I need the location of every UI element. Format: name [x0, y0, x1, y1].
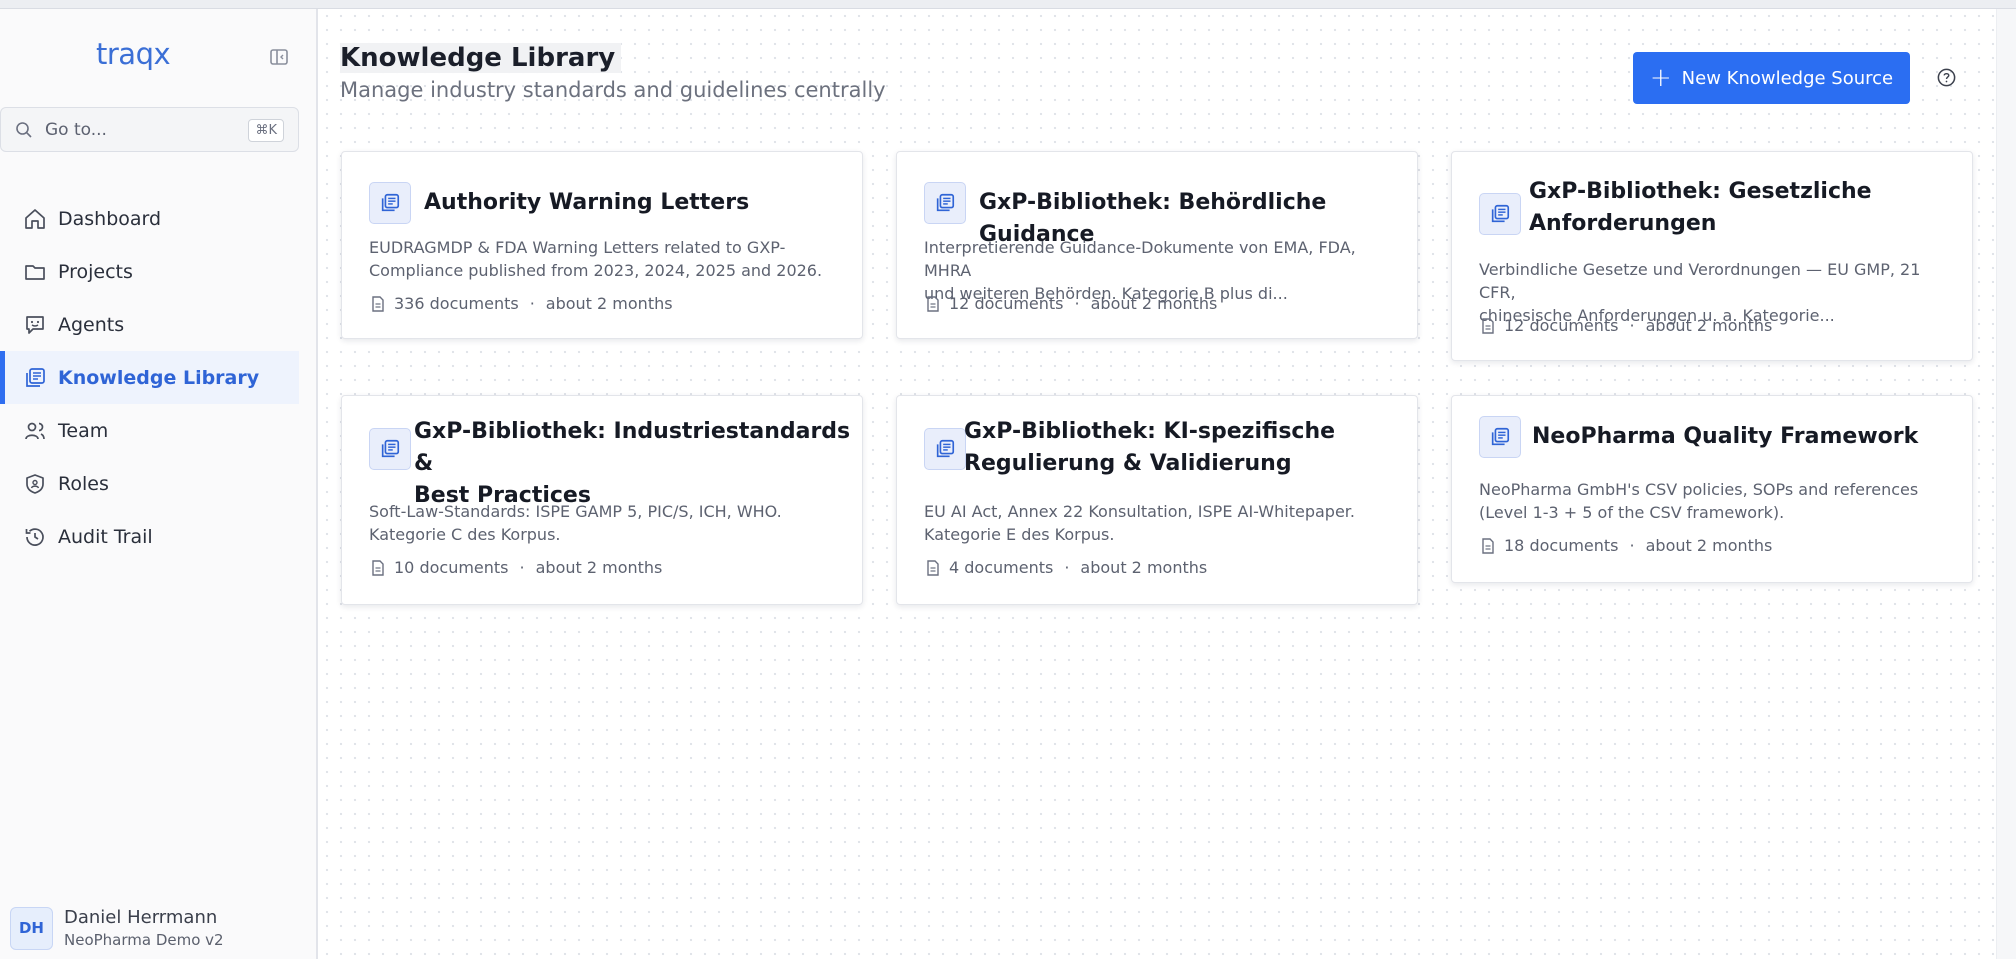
- sidebar: traqx Go to... ⌘K Dashboard Projects Age…: [0, 9, 318, 959]
- library-icon: [369, 182, 411, 224]
- sidebar-item-label: Team: [58, 419, 109, 442]
- knowledge-source-card[interactable]: Authority Warning Letters EUDRAGMDP & FD…: [341, 151, 863, 339]
- card-age: about 2 months: [1645, 316, 1773, 335]
- sidebar-item-team[interactable]: Team: [0, 404, 299, 457]
- search-placeholder: Go to...: [45, 119, 107, 140]
- document-icon: [927, 559, 939, 576]
- top-bar: [0, 0, 2016, 9]
- card-title: GxP-Bibliothek: Gesetzliche Anforderungen: [1529, 179, 1872, 236]
- avatar: DH: [10, 906, 53, 950]
- card-age: about 2 months: [535, 558, 663, 577]
- card-description: EUDRAGMDP & FDA Warning Letters related …: [369, 238, 823, 280]
- knowledge-source-card[interactable]: NeoPharma Quality Framework NeoPharma Gm…: [1451, 395, 1973, 583]
- sidebar-item-roles[interactable]: Roles: [0, 457, 299, 510]
- document-icon: [372, 295, 384, 312]
- card-age: about 2 months: [1090, 294, 1218, 313]
- search-input[interactable]: Go to... ⌘K: [0, 107, 299, 152]
- sidebar-item-label: Dashboard: [58, 207, 162, 230]
- knowledge-source-card[interactable]: GxP-Bibliothek: Gesetzliche Anforderungen…: [1451, 151, 1973, 361]
- library-icon: [1479, 416, 1521, 458]
- page-title: Knowledge Library: [340, 43, 622, 73]
- search-icon: [16, 121, 32, 138]
- card-title: GxP-Bibliothek: Industriestandards & Best…: [414, 419, 851, 508]
- document-icon: [372, 559, 384, 576]
- document-count: 18 documents: [1504, 536, 1619, 555]
- page-subtitle: Manage industry standards and guidelines…: [340, 78, 886, 102]
- plus-icon: +: [1649, 63, 1672, 93]
- history-icon: [22, 524, 48, 550]
- card-meta: 4 documents · about 2 months: [924, 558, 1207, 577]
- card-meta: 336 documents · about 2 months: [369, 294, 673, 313]
- document-count: 4 documents: [949, 558, 1054, 577]
- help-icon[interactable]: [1936, 67, 1957, 88]
- card-age: about 2 months: [1080, 558, 1208, 577]
- user-org: NeoPharma Demo v2: [64, 931, 224, 949]
- new-knowledge-source-label: New Knowledge Source: [1681, 67, 1894, 89]
- sidebar-item-projects[interactable]: Projects: [0, 245, 299, 298]
- document-icon: [1482, 317, 1494, 334]
- card-description: Soft-Law-Standards: ISPE GAMP 5, PIC/S, …: [369, 502, 782, 544]
- card-meta: 10 documents · about 2 months: [369, 558, 662, 577]
- card-meta: 12 documents · about 2 months: [1479, 316, 1772, 335]
- shield-icon: [22, 471, 48, 497]
- sidebar-item-label: Audit Trail: [58, 525, 153, 548]
- sidebar-item-knowledge-library[interactable]: Knowledge Library: [0, 351, 299, 404]
- document-icon: [1482, 537, 1494, 554]
- sidebar-item-dashboard[interactable]: Dashboard: [0, 192, 299, 245]
- sidebar-item-label: Roles: [58, 472, 109, 495]
- card-meta: 18 documents · about 2 months: [1479, 536, 1772, 555]
- document-count: 12 documents: [1504, 316, 1619, 335]
- agent-icon: [22, 312, 48, 338]
- sidebar-item-label: Projects: [58, 260, 133, 283]
- sidebar-item-audit-trail[interactable]: Audit Trail: [0, 510, 299, 563]
- document-count: 12 documents: [949, 294, 1064, 313]
- user-name: Daniel Herrmann: [64, 907, 218, 928]
- sidebar-item-label: Knowledge Library: [58, 366, 260, 389]
- knowledge-source-card[interactable]: GxP-Bibliothek: KI-spezifische Regulierun…: [896, 395, 1418, 605]
- sidebar-collapse-icon[interactable]: [269, 47, 289, 67]
- document-count: 336 documents: [394, 294, 519, 313]
- sidebar-nav: Dashboard Projects Agents Knowledge Libr…: [0, 192, 299, 563]
- card-title: Authority Warning Letters: [424, 190, 750, 215]
- sidebar-item-label: Agents: [58, 313, 125, 336]
- card-title: GxP-Bibliothek: KI-spezifische Regulierun…: [964, 419, 1336, 476]
- main-content: Knowledge Library Manage industry standa…: [320, 9, 1996, 959]
- search-shortcut: ⌘K: [248, 119, 284, 142]
- team-icon: [22, 418, 48, 444]
- document-icon: [927, 295, 939, 312]
- card-age: about 2 months: [1645, 536, 1773, 555]
- sidebar-item-agents[interactable]: Agents: [0, 298, 299, 351]
- library-icon: [1479, 193, 1521, 235]
- right-rail: [1996, 9, 2016, 959]
- document-count: 10 documents: [394, 558, 509, 577]
- card-meta: 12 documents · about 2 months: [924, 294, 1217, 313]
- library-icon: [924, 428, 966, 470]
- knowledge-source-card[interactable]: GxP-Bibliothek: Industriestandards & Best…: [341, 395, 863, 605]
- home-icon: [22, 206, 48, 232]
- library-icon: [369, 428, 411, 470]
- card-title: NeoPharma Quality Framework: [1532, 424, 1919, 449]
- user-profile[interactable]: DH Daniel Herrmann NeoPharma Demo v2: [0, 897, 318, 959]
- knowledge-source-card[interactable]: GxP-Bibliothek: Behördliche Guidance Int…: [896, 151, 1418, 339]
- card-age: about 2 months: [545, 294, 673, 313]
- library-icon: [22, 365, 48, 391]
- card-description: EU AI Act, Annex 22 Konsultation, ISPE A…: [924, 502, 1355, 544]
- brand-logo[interactable]: traqx: [96, 37, 171, 71]
- library-icon: [924, 182, 966, 224]
- new-knowledge-source-button[interactable]: + New Knowledge Source: [1633, 52, 1910, 104]
- card-description: NeoPharma GmbH's CSV policies, SOPs and …: [1479, 480, 1919, 522]
- folder-icon: [22, 259, 48, 285]
